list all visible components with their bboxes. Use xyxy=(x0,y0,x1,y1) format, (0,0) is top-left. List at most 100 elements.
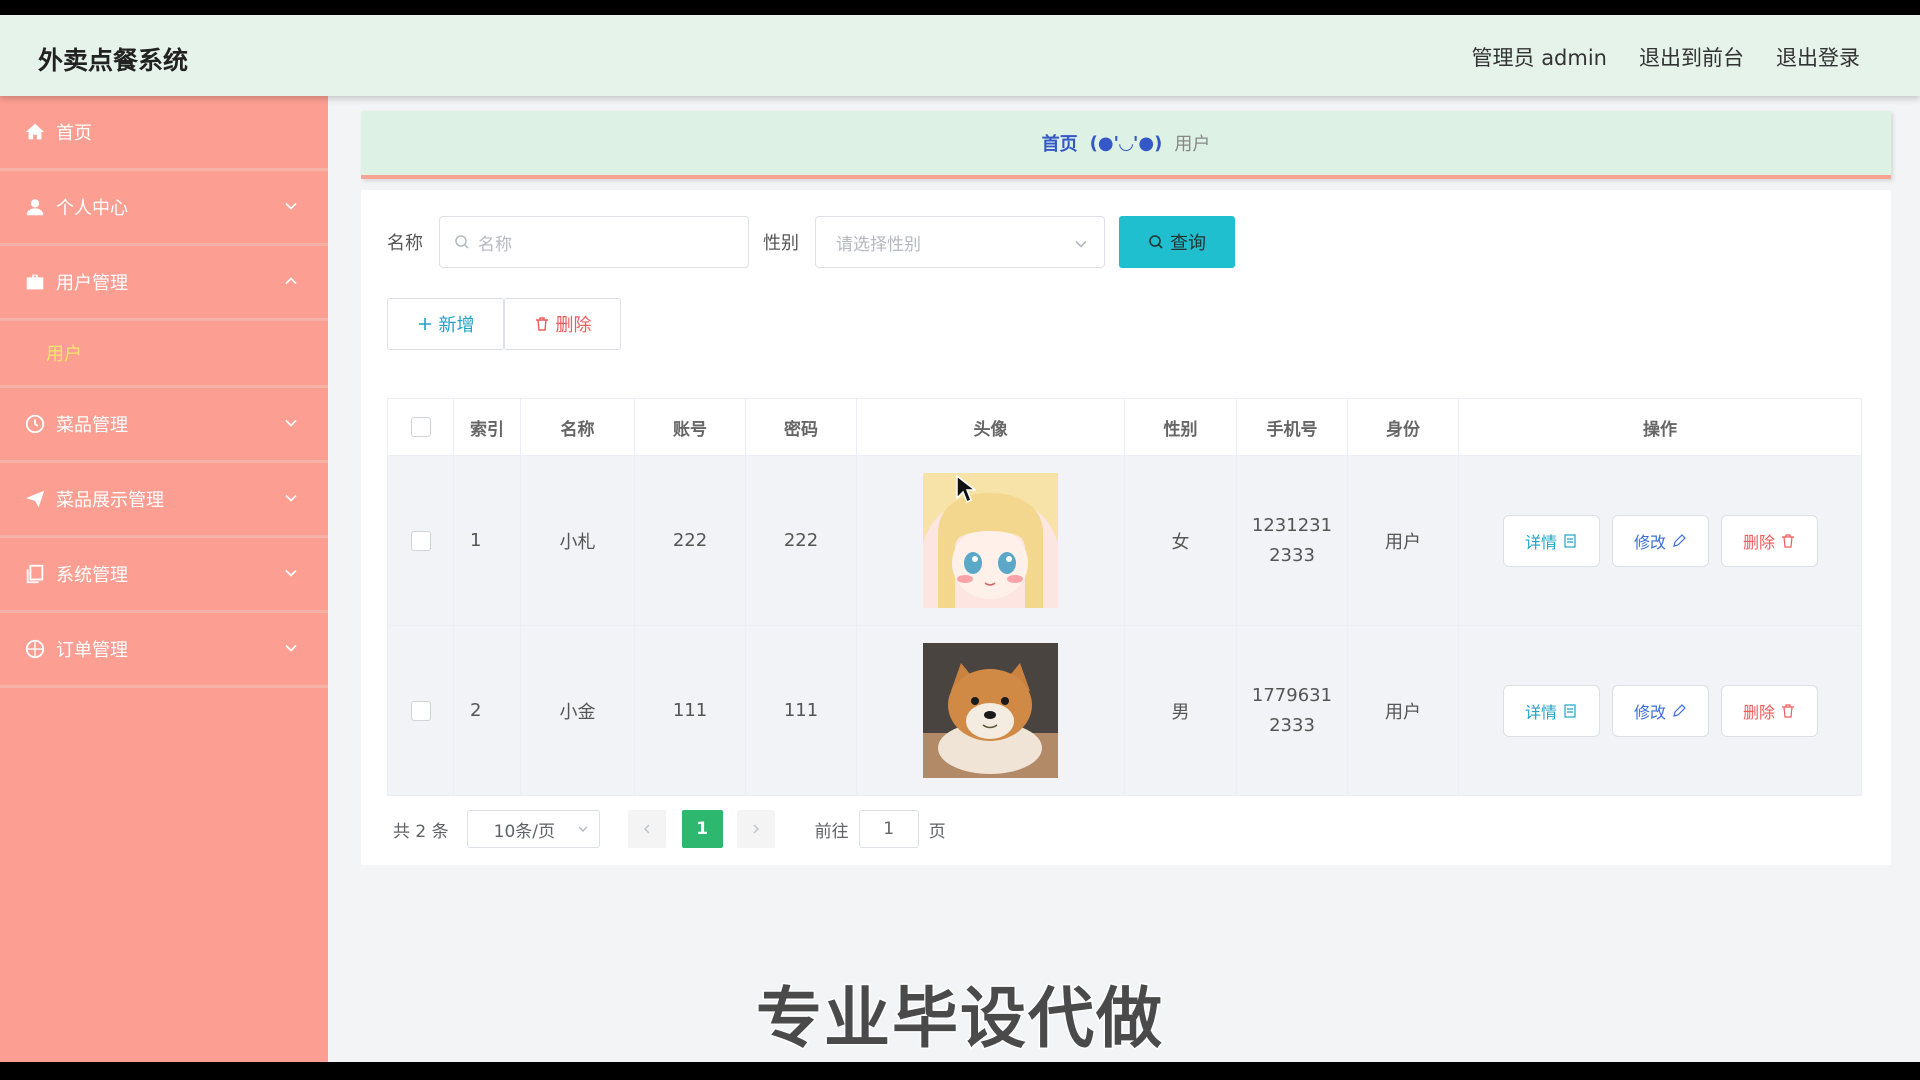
chevron-down-icon xyxy=(285,494,297,502)
edit-button[interactable]: 修改 xyxy=(1611,684,1709,737)
plus-icon xyxy=(418,318,431,330)
document-icon xyxy=(1564,703,1576,718)
delete-button[interactable]: 删除 xyxy=(1720,684,1818,737)
select-all-cell xyxy=(388,399,454,455)
table-header: 索引 名称 账号 密码 头像 性别 手机号 身份 操作 xyxy=(387,398,1862,456)
top-links: 管理员 admin 退出到前台 退出登录 xyxy=(1472,42,1860,72)
col-role: 身份 xyxy=(1348,399,1459,455)
action-row: 新增 删除 xyxy=(387,298,621,350)
send-icon xyxy=(25,490,45,508)
document-icon xyxy=(1564,533,1576,548)
name-search-input[interactable]: 名称 xyxy=(439,216,749,268)
gender-select-placeholder: 请选择性别 xyxy=(836,234,921,255)
cell-phone: 1231231 2333 xyxy=(1237,456,1348,625)
row-select-cell xyxy=(388,626,454,795)
sidebar-item-label: 个人中心 xyxy=(56,198,128,219)
detail-button[interactable]: 详情 xyxy=(1502,684,1600,737)
sidebar-item-label: 首页 xyxy=(56,123,92,144)
col-gender: 性别 xyxy=(1125,399,1237,455)
delete-button[interactable]: 删除 xyxy=(1720,514,1818,567)
batch-delete-button-label: 删除 xyxy=(555,315,592,336)
breadcrumb-current: 用户 xyxy=(1174,134,1211,155)
cell-actions: 详情 修改 删除 xyxy=(1459,626,1861,795)
batch-delete-button[interactable]: 删除 xyxy=(504,298,621,350)
cell-role: 用户 xyxy=(1348,626,1459,795)
table-row: 1 小札 222 222 女 1231231 2333 用户 详情 修改 删除 xyxy=(387,456,1862,626)
chevron-down-icon xyxy=(1075,240,1087,248)
sidebar: 首页 个人中心 用户管理 用户 菜品管理 菜品展示管理 系统管理 订单管理 xyxy=(0,96,328,1062)
copy-icon xyxy=(26,564,44,584)
goto-label: 前往 xyxy=(814,821,849,842)
logout-link[interactable]: 退出登录 xyxy=(1776,42,1860,72)
sidebar-item-dish-display-management[interactable]: 菜品展示管理 xyxy=(0,463,328,538)
phone-line-1: 1231231 xyxy=(1251,514,1333,536)
prev-page-button[interactable] xyxy=(627,810,666,848)
cell-name: 小札 xyxy=(521,456,635,625)
phone-line-1: 1779631 xyxy=(1251,684,1333,706)
cell-avatar xyxy=(857,456,1125,625)
row-actions: 详情 修改 删除 xyxy=(1502,514,1818,567)
cell-gender: 男 xyxy=(1125,626,1237,795)
exit-to-front-link[interactable]: 退出到前台 xyxy=(1639,42,1744,72)
trash-icon xyxy=(535,317,548,331)
col-index: 索引 xyxy=(454,399,521,455)
chevron-down-icon xyxy=(285,419,297,427)
detail-button[interactable]: 详情 xyxy=(1502,514,1600,567)
shiba-dog-avatar[interactable] xyxy=(923,643,1058,778)
cell-avatar xyxy=(857,626,1125,795)
page-size-value: 10条/页 xyxy=(493,821,555,842)
query-button[interactable]: 查询 xyxy=(1119,216,1235,268)
cell-name: 小金 xyxy=(521,626,635,795)
cell-account: 222 xyxy=(635,456,746,625)
gender-select[interactable]: 请选择性别 xyxy=(815,216,1105,268)
row-select-cell xyxy=(388,456,454,625)
sidebar-item-home[interactable]: 首页 xyxy=(0,96,328,171)
add-button[interactable]: 新增 xyxy=(387,298,504,350)
pencil-icon xyxy=(1673,533,1686,547)
page-size-select[interactable]: 10条/页 xyxy=(466,810,600,848)
sidebar-item-label: 菜品展示管理 xyxy=(56,490,164,511)
sidebar-subitem-users[interactable]: 用户 xyxy=(0,321,328,388)
main-panel: 名称 名称 性别 请选择性别 查询 新增 删除 索引 名称 账号 密码 头像 性… xyxy=(361,190,1891,865)
top-header: 外卖点餐系统 管理员 admin 退出到前台 退出登录 xyxy=(0,15,1920,96)
mouse-cursor-icon xyxy=(956,475,976,504)
trash-icon xyxy=(1782,703,1794,718)
admin-label[interactable]: 管理员 admin xyxy=(1472,42,1607,72)
row-checkbox[interactable] xyxy=(410,700,431,721)
cell-index: 2 xyxy=(454,626,521,795)
sidebar-item-order-management[interactable]: 订单管理 xyxy=(0,613,328,688)
sidebar-item-user-management[interactable]: 用户管理 xyxy=(0,246,328,321)
goto-page-input[interactable]: 1 xyxy=(858,810,919,848)
user-icon xyxy=(26,199,44,216)
page-unit-label: 页 xyxy=(928,821,946,842)
next-page-button[interactable] xyxy=(736,810,775,848)
row-checkbox[interactable] xyxy=(410,530,431,551)
edit-button[interactable]: 修改 xyxy=(1611,514,1709,567)
col-password: 密码 xyxy=(746,399,857,455)
phone-line-2: 2333 xyxy=(1269,714,1315,736)
filter-row: 名称 名称 性别 请选择性别 查询 xyxy=(387,216,1235,268)
app-title: 外卖点餐系统 xyxy=(38,46,189,75)
sidebar-item-system-management[interactable]: 系统管理 xyxy=(0,538,328,613)
row-actions: 详情 修改 删除 xyxy=(1502,684,1818,737)
name-search-placeholder: 名称 xyxy=(478,234,512,255)
home-icon xyxy=(25,123,45,140)
edit-button-label: 修改 xyxy=(1633,532,1666,552)
detail-button-label: 详情 xyxy=(1524,532,1557,552)
col-account: 账号 xyxy=(635,399,746,455)
page-1-button[interactable]: 1 xyxy=(681,810,723,848)
user-table: 索引 名称 账号 密码 头像 性别 手机号 身份 操作 1 小札 222 222 xyxy=(387,398,1862,796)
chevron-down-icon xyxy=(578,826,588,832)
sidebar-item-personal-center[interactable]: 个人中心 xyxy=(0,171,328,246)
breadcrumb-home[interactable]: 首页 xyxy=(1042,130,1078,156)
col-phone: 手机号 xyxy=(1237,399,1348,455)
select-all-checkbox[interactable] xyxy=(410,417,431,437)
table-row: 2 小金 111 111 男 1779631 2333 用户 详情 修改 删除 xyxy=(387,626,1862,796)
search-icon xyxy=(455,235,469,249)
chevron-down-icon xyxy=(285,569,297,577)
anime-girl-avatar[interactable] xyxy=(923,473,1058,608)
gender-filter-label: 性别 xyxy=(763,233,799,254)
pagination-total: 共 2 条 xyxy=(393,821,449,842)
sidebar-item-dish-management[interactable]: 菜品管理 xyxy=(0,388,328,463)
cell-actions: 详情 修改 删除 xyxy=(1459,456,1861,625)
